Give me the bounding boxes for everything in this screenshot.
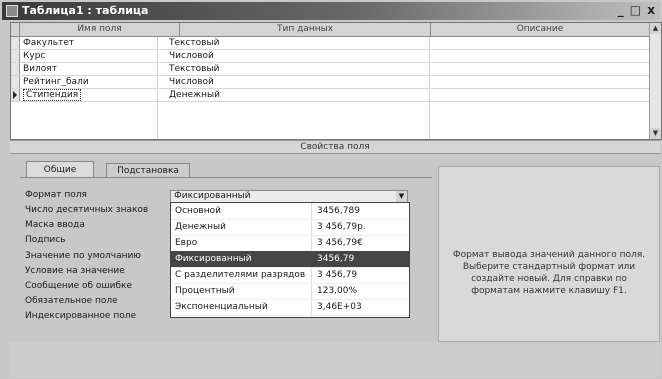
table-row[interactable]: Факультет Текстовый	[11, 37, 649, 50]
property-label-validation-text: Сообщение об ошибке	[25, 281, 133, 291]
format-option-sample: 3 456,79	[317, 270, 358, 280]
format-option[interactable]: Денежный 3 456,79р.	[171, 219, 409, 236]
header-data-type[interactable]: Тип данных	[180, 23, 431, 36]
tab-divider	[20, 177, 432, 178]
property-label-validation-rule: Условие на значение	[25, 266, 125, 276]
row-pointer-icon	[13, 91, 17, 99]
scroll-up-icon[interactable]: ▲	[650, 23, 661, 34]
format-option-name: Процентный	[175, 286, 235, 296]
field-properties-label: Свойства поля	[300, 142, 370, 152]
format-option-sample: 3456,79	[317, 254, 355, 264]
property-label-input-mask: Маска ввода	[25, 220, 85, 230]
header-description[interactable]: Описание	[431, 23, 649, 36]
header-field-name[interactable]: Имя поля	[20, 23, 180, 36]
format-option-sample: 3 456,79€	[317, 238, 363, 248]
format-option[interactable]: С разделителями разрядов 3 456,79	[171, 267, 409, 284]
field-grid: Имя поля Тип данных Описание Факультет Т…	[10, 22, 662, 140]
table-row[interactable]: Рейтинг_бали Числовой	[11, 76, 649, 89]
row-selector[interactable]	[11, 37, 20, 49]
grid-header: Имя поля Тип данных Описание	[11, 23, 649, 37]
table-row[interactable]: Стипендия Денежный	[11, 89, 649, 102]
header-selector	[11, 23, 20, 36]
field-name-cell[interactable]: Вилоят	[23, 63, 57, 75]
format-option-sample: 123,00%	[317, 286, 358, 296]
data-type-cell[interactable]: Текстовый	[169, 37, 219, 49]
data-type-cell[interactable]: Числовой	[169, 76, 214, 88]
format-option[interactable]: Основной 3456,789	[171, 203, 409, 220]
help-panel: Формат вывода значений данного поля. Выб…	[438, 166, 660, 342]
format-option-name: С разделителями разрядов	[175, 270, 306, 280]
table-row[interactable]: Курс Числовой	[11, 50, 649, 63]
row-selector[interactable]	[11, 50, 20, 62]
format-option[interactable]: Процентный 123,00%	[171, 283, 409, 300]
property-label-decimal-places: Число десятичных знаков	[25, 205, 149, 215]
title-bar: Таблица1 : таблица _ □ x	[2, 2, 660, 20]
format-option[interactable]: Евро 3 456,79€	[171, 235, 409, 252]
table-row[interactable]: Вилоят Текстовый	[11, 63, 649, 76]
window-title: Таблица1 : таблица	[22, 4, 149, 17]
field-properties-band: Свойства поля	[10, 140, 660, 154]
field-name-cell[interactable]: Курс	[23, 50, 45, 62]
vertical-scrollbar[interactable]: ▲ ▼	[649, 23, 661, 139]
field-name-cell[interactable]: Факультет	[23, 37, 74, 49]
window-bottom-area	[10, 342, 660, 377]
format-option-name: Основной	[175, 206, 221, 216]
property-label-format: Формат поля	[25, 190, 87, 200]
format-option-name: Экспоненциальный	[175, 302, 268, 312]
format-option-name: Фиксированный	[175, 254, 252, 264]
format-option[interactable]: Экспоненциальный 3,46E+03	[171, 299, 409, 316]
format-option-name: Евро	[175, 238, 198, 248]
data-type-cell[interactable]: Числовой	[169, 50, 214, 62]
table-icon	[6, 5, 18, 17]
format-dropdown-list[interactable]: Основной 3456,789 Денежный 3 456,79р. Ев…	[170, 202, 410, 318]
field-name-cell[interactable]: Стипендия	[23, 89, 82, 101]
field-name-cell[interactable]: Рейтинг_бали	[23, 76, 89, 88]
property-label-default-value: Значение по умолчанию	[25, 251, 141, 261]
format-combo-value[interactable]: Фиксированный	[174, 191, 251, 202]
window-controls[interactable]: _ □ x	[618, 3, 656, 17]
format-option-sample: 3 456,79р.	[317, 222, 366, 232]
format-option-sample: 3456,789	[317, 206, 360, 216]
property-label-caption: Подпись	[25, 235, 66, 245]
chevron-down-icon[interactable]: ▼	[396, 191, 407, 202]
property-label-required: Обязательное поле	[25, 296, 118, 306]
scroll-down-icon[interactable]: ▼	[650, 128, 661, 139]
format-option-name: Денежный	[175, 222, 226, 232]
tab-lookup[interactable]: Подстановка	[106, 163, 190, 178]
row-selector[interactable]	[11, 63, 20, 75]
data-type-cell[interactable]: Денежный	[169, 89, 220, 101]
property-label-indexed: Индексированное поле	[25, 311, 137, 321]
format-option-selected[interactable]: Фиксированный 3456,79	[171, 251, 409, 268]
help-text: Формат вывода значений данного поля. Выб…	[452, 250, 646, 296]
tab-general[interactable]: Общие	[26, 161, 94, 178]
current-row-indicator[interactable]	[11, 89, 20, 101]
row-selector[interactable]	[11, 76, 20, 88]
data-type-cell[interactable]: Текстовый	[169, 63, 219, 75]
format-option-sample: 3,46E+03	[317, 302, 362, 312]
